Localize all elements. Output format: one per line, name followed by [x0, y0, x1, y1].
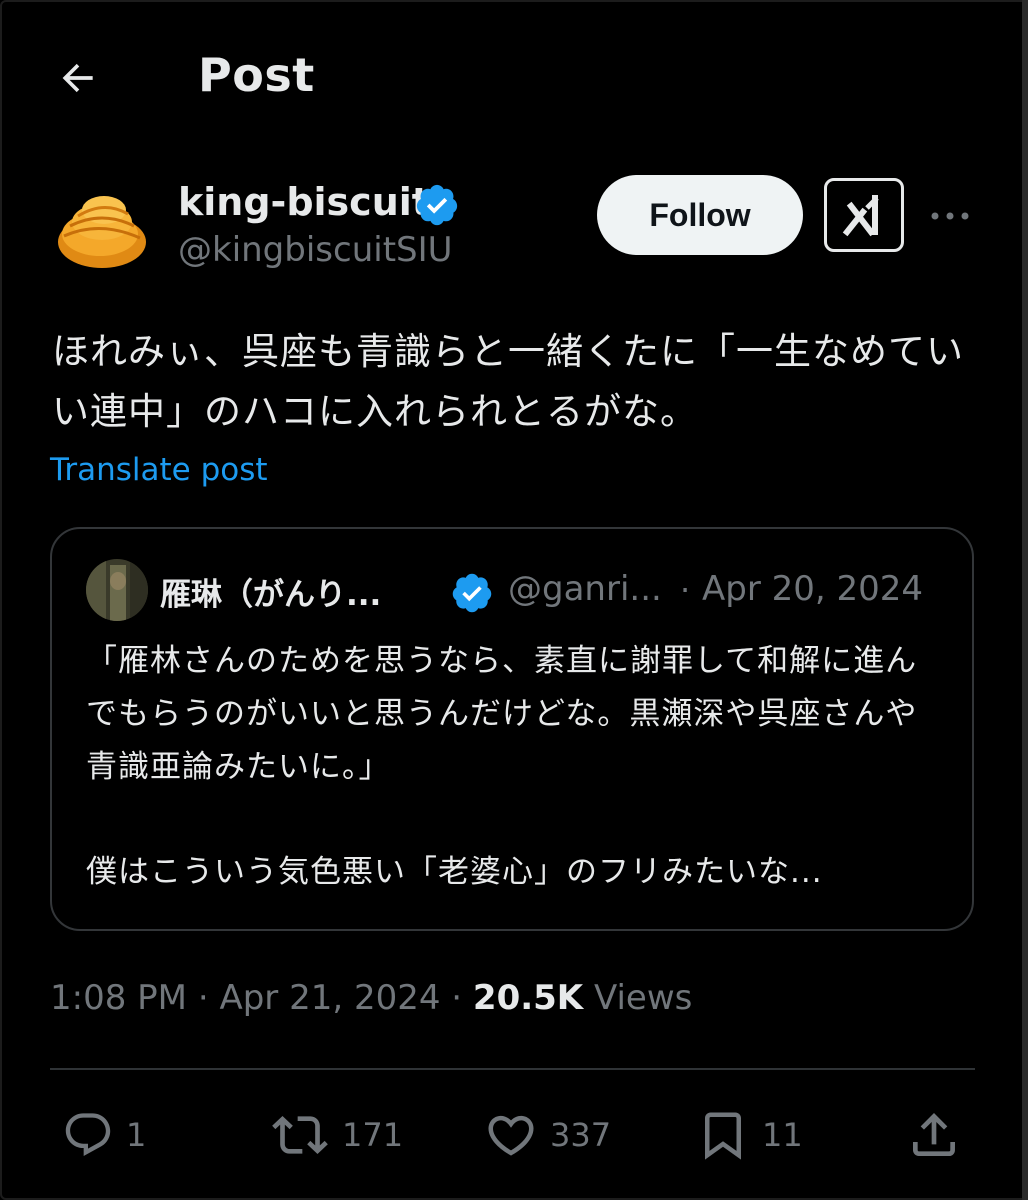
quote-separator: · — [680, 571, 691, 609]
verified-badge-icon — [416, 184, 458, 226]
share-icon — [913, 1113, 955, 1156]
reply-button[interactable]: 1 — [62, 1100, 146, 1170]
reply-count: 1 — [126, 1116, 147, 1154]
share-button[interactable] — [906, 1100, 962, 1170]
repost-icon — [272, 1116, 328, 1154]
bookmark-button[interactable]: 11 — [696, 1100, 803, 1170]
views-label: Views — [593, 978, 693, 1018]
follow-button[interactable]: Follow — [597, 175, 803, 255]
grok-icon — [842, 195, 879, 237]
post-time[interactable]: 1:08 PM — [50, 978, 187, 1018]
biscuit-avatar-image — [50, 176, 152, 278]
action-bar: 1 171 337 11 — [0, 1100, 1028, 1170]
like-count: 337 — [550, 1116, 612, 1154]
repost-button[interactable]: 171 — [270, 1100, 403, 1170]
quote-display-name[interactable]: 雁琳（がんり... — [160, 569, 381, 614]
quote-date[interactable]: Apr 20, 2024 — [702, 569, 923, 609]
repost-count: 171 — [342, 1116, 404, 1154]
more-button[interactable] — [928, 196, 972, 236]
avatar[interactable] — [50, 176, 152, 278]
quote-paragraph-1: 「雁林さんのためを思うなら、素直に謝罪して和解に進んでもらうのがいいと思うんだけ… — [86, 643, 918, 785]
like-button[interactable]: 337 — [484, 1100, 611, 1170]
views-count: 20.5K — [472, 978, 584, 1018]
quote-avatar[interactable] — [86, 559, 148, 621]
post-author: king-biscuit @kingbiscuitSIU Follow — [0, 170, 1028, 280]
bookmark-count: 11 — [762, 1116, 803, 1154]
quote-verified-badge-icon — [452, 573, 492, 613]
quote-avatar-image — [86, 559, 148, 621]
quote-paragraph-2: 僕はこういう気色悪い「老婆心」のフリみたいな... — [86, 854, 823, 890]
bookmark-icon — [705, 1112, 741, 1160]
quote-text: 「雁林さんのためを思うなら、素直に謝罪して和解に進んでもらうのがいいと思うんだけ… — [86, 635, 946, 899]
post-date[interactable]: Apr 21, 2024 — [219, 978, 440, 1018]
translate-post-link[interactable]: Translate post — [50, 452, 268, 488]
like-icon — [488, 1115, 534, 1156]
quoted-post[interactable]: 雁琳（がんり... @ganri... · Apr 20, 2024 「雁林さん… — [50, 527, 974, 931]
divider — [50, 1068, 975, 1070]
post-text: ほれみぃ、呉座も青識らと一緒くたに「一生なめていい連中」のハコに入れられとるがな… — [52, 330, 964, 433]
page-title: Post — [198, 48, 315, 102]
back-arrow-icon — [62, 63, 93, 93]
post-meta: 1:08 PM · Apr 21, 2024 · 20.5K Views — [50, 978, 693, 1018]
grok-button[interactable] — [824, 178, 904, 252]
reply-icon — [65, 1113, 111, 1157]
author-display-name[interactable]: king-biscuit — [178, 180, 430, 224]
back-button[interactable] — [50, 50, 106, 106]
more-icon — [931, 212, 969, 220]
quote-handle[interactable]: @ganri... — [508, 569, 662, 609]
author-handle[interactable]: @kingbiscuitSIU — [178, 230, 453, 270]
header: Post — [0, 40, 1028, 110]
